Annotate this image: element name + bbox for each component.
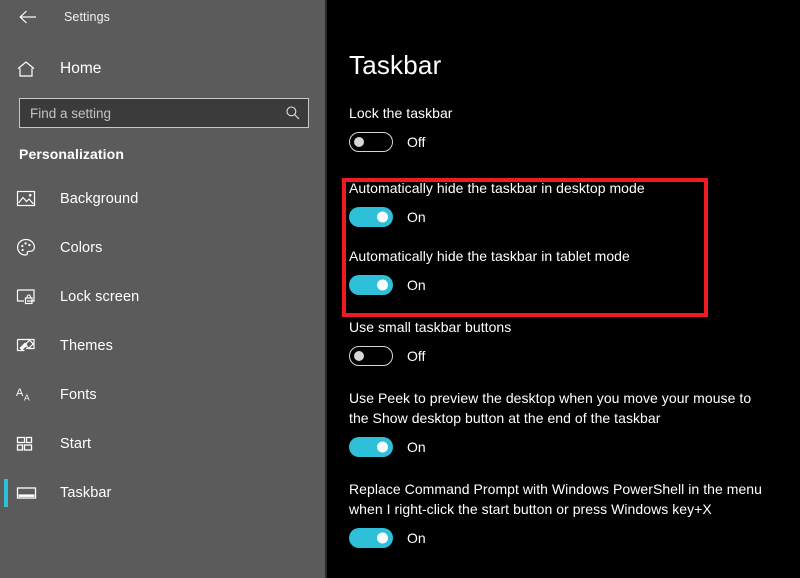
sidebar-item-home[interactable]: Home (0, 48, 325, 90)
setting-label: Use small taskbar buttons (349, 317, 769, 337)
toggle-lock-the-taskbar[interactable] (349, 132, 393, 152)
toggle-knob (354, 351, 364, 361)
toggle-state-label: On (407, 530, 426, 546)
toggle-row: Off (349, 346, 800, 366)
setting-auto-hide-desktop: Automatically hide the taskbar in deskto… (349, 178, 800, 227)
sidebar-item-label: Colors (60, 240, 103, 256)
sidebar-section-heading: Personalization (0, 146, 325, 162)
svg-text:A: A (16, 387, 24, 399)
picture-icon (16, 190, 42, 207)
sidebar-item-label: Themes (60, 338, 113, 354)
home-label: Home (60, 60, 101, 78)
search-icon[interactable] (278, 105, 308, 121)
start-tiles-icon (16, 436, 42, 452)
toggle-state-label: On (407, 439, 426, 455)
sidebar-nav-list: Background Colors (0, 174, 325, 517)
search-input[interactable] (20, 98, 278, 128)
sidebar-item-label: Start (60, 436, 91, 452)
toggle-row: On (349, 437, 800, 457)
back-button[interactable] (14, 4, 44, 30)
sidebar-item-lock-screen[interactable]: Lock screen (0, 272, 325, 321)
setting-label: Lock the taskbar (349, 103, 769, 123)
toggle-knob (377, 280, 388, 291)
settings-window: Settings Home Personalization (0, 0, 800, 578)
toggle-use-peek[interactable] (349, 437, 393, 457)
back-arrow-icon (19, 10, 39, 24)
toggle-state-label: On (407, 277, 426, 293)
svg-text:A: A (24, 392, 30, 402)
setting-replace-command-prompt: Replace Command Prompt with Windows Powe… (349, 479, 800, 548)
toggle-auto-hide-tablet[interactable] (349, 275, 393, 295)
toggle-row: On (349, 207, 800, 227)
toggle-row: On (349, 275, 800, 295)
toggle-knob (377, 212, 388, 223)
sidebar-item-fonts[interactable]: A A Fonts (0, 370, 325, 419)
setting-label: Replace Command Prompt with Windows Powe… (349, 479, 769, 519)
setting-lock-the-taskbar: Lock the taskbar Off (349, 103, 800, 152)
sidebar-item-label: Taskbar (60, 485, 111, 501)
toggle-row: Off (349, 132, 800, 152)
themes-brush-icon (16, 337, 42, 355)
toggle-auto-hide-desktop[interactable] (349, 207, 393, 227)
toggle-state-label: Off (407, 134, 425, 150)
sidebar-item-taskbar[interactable]: Taskbar (0, 468, 325, 517)
sidebar-item-label: Fonts (60, 387, 97, 403)
toggle-knob (377, 533, 388, 544)
fonts-aa-icon: A A (16, 386, 42, 404)
sidebar: Settings Home Personalization (0, 0, 327, 578)
setting-label: Use Peek to preview the desktop when you… (349, 388, 769, 428)
toggle-row: On (349, 528, 800, 548)
taskbar-icon (16, 486, 42, 500)
setting-use-peek: Use Peek to preview the desktop when you… (349, 388, 800, 457)
toggle-knob (377, 442, 388, 453)
toggle-state-label: Off (407, 348, 425, 364)
setting-label: Automatically hide the taskbar in deskto… (349, 178, 769, 198)
search-box[interactable] (19, 98, 309, 128)
sidebar-item-themes[interactable]: Themes (0, 321, 325, 370)
setting-auto-hide-tablet: Automatically hide the taskbar in tablet… (349, 246, 800, 295)
sidebar-item-label: Background (60, 191, 138, 207)
toggle-state-label: On (407, 209, 426, 225)
home-icon (16, 60, 42, 78)
main-content: Taskbar Lock the taskbar Off Automatical… (327, 0, 800, 578)
setting-label: Automatically hide the taskbar in tablet… (349, 246, 769, 266)
sidebar-item-label: Lock screen (60, 289, 139, 305)
lock-screen-icon (16, 288, 42, 305)
title-bar: Settings (0, 0, 325, 34)
toggle-replace-command-prompt[interactable] (349, 528, 393, 548)
window-title: Settings (64, 10, 110, 24)
page-title: Taskbar (349, 50, 800, 81)
sidebar-item-start[interactable]: Start (0, 419, 325, 468)
palette-icon (16, 238, 42, 257)
sidebar-item-background[interactable]: Background (0, 174, 325, 223)
sidebar-item-colors[interactable]: Colors (0, 223, 325, 272)
setting-small-taskbar-buttons: Use small taskbar buttons Off (349, 317, 800, 366)
toggle-knob (354, 137, 364, 147)
toggle-small-taskbar-buttons[interactable] (349, 346, 393, 366)
